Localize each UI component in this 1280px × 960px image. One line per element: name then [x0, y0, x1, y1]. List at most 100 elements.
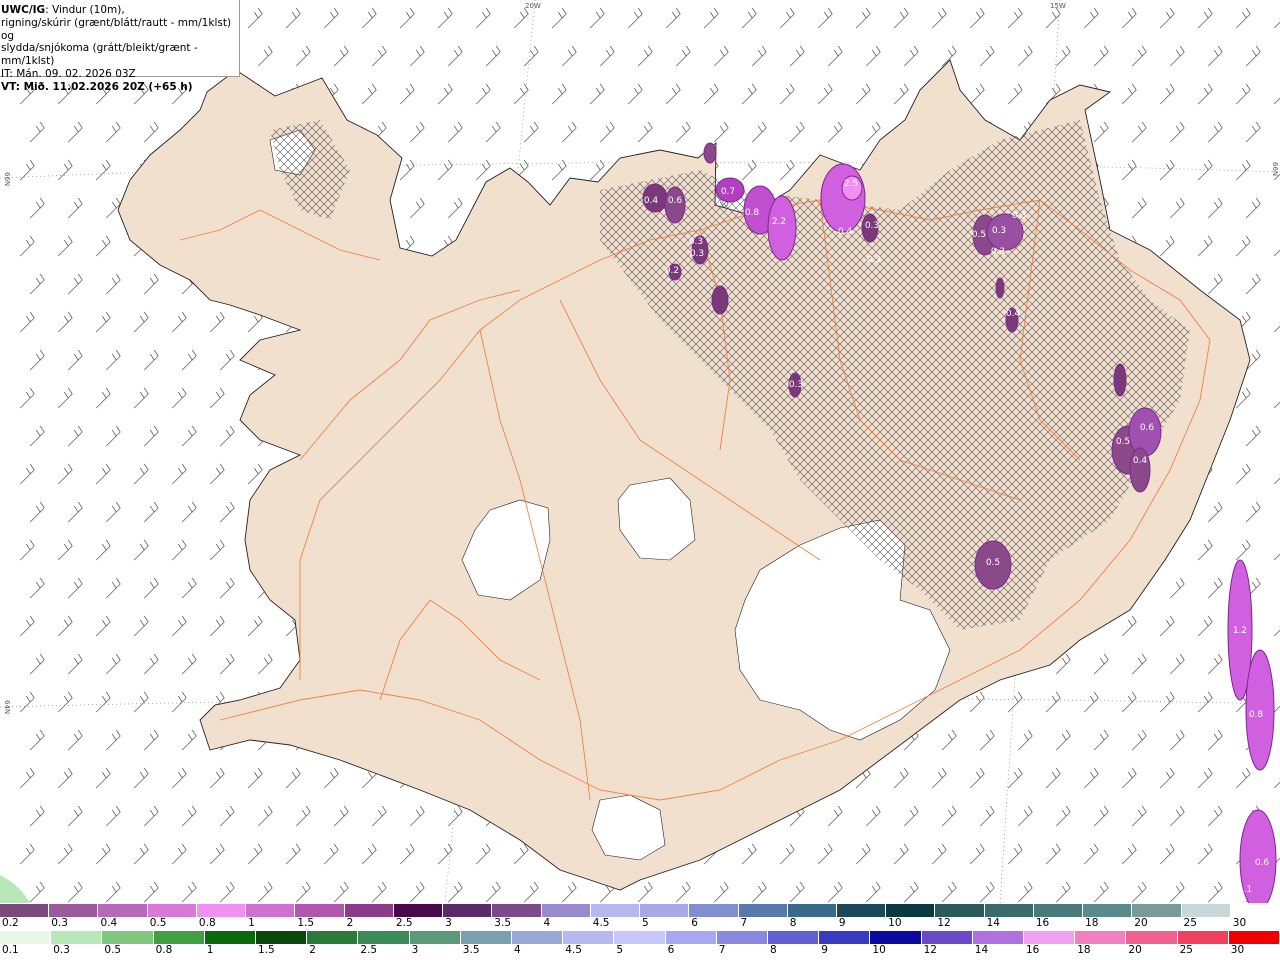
- scale_rain-swatch: [768, 931, 820, 944]
- scale_snow-swatch: [344, 904, 394, 917]
- scale_snow-tick-label: 8: [789, 917, 797, 929]
- scale_snow-tick-label: 2: [346, 917, 354, 929]
- scale_rain-tick-label: 20: [1128, 944, 1142, 956]
- scale_snow-tick-label: 16: [1035, 917, 1050, 929]
- scale_rain-swatch: [665, 931, 717, 944]
- scale_rain-swatch: [1126, 931, 1178, 944]
- scale_rain-tick-label: 9: [821, 944, 828, 956]
- scale_rain-swatch: [1075, 931, 1127, 944]
- scale_snow-swatch: [541, 904, 591, 917]
- scale_rain-tick-label: 18: [1077, 944, 1091, 956]
- precip-label: 2.2: [772, 217, 786, 227]
- precip-label: 0.6: [1140, 423, 1155, 433]
- scale_rain-swatch: [1024, 931, 1076, 944]
- scale_snow-tick-label: 3: [445, 917, 452, 929]
- precip-label: 0.3: [1012, 211, 1026, 221]
- lat-label-66n-left: 66N: [3, 172, 11, 186]
- scale_snow-swatch: [492, 904, 542, 917]
- precip-label: 0.5: [972, 230, 986, 240]
- scale_rain-swatch: [153, 931, 205, 944]
- scale_snow-swatch: [49, 904, 99, 917]
- init-time: IT: Mán. 09. 02. 2026 03Z: [1, 67, 136, 80]
- scale_rain-tick-label: 1.5: [258, 944, 275, 956]
- scale_rain-tick-label: 16: [1026, 944, 1040, 956]
- scale_snow-tick-label: 10: [888, 917, 902, 929]
- scale_snow-swatch: [738, 904, 788, 917]
- scale_snow-tick-label: 0.5: [149, 917, 167, 929]
- precip-label: 0.3: [865, 221, 879, 231]
- lat-label-64n-left: 64N: [3, 700, 11, 714]
- scale_snow-tick-label: 18: [1085, 917, 1099, 929]
- scale_snow-tick-label: 5: [642, 917, 649, 929]
- precip-label: 0.7: [721, 187, 735, 197]
- scale_snow-swatch: [246, 904, 296, 917]
- snow-scale-swatches: [0, 904, 1280, 917]
- precip-label: 0.3: [991, 247, 1005, 257]
- scale_snow-tick-label: 14: [986, 917, 1000, 929]
- scale_snow-swatch: [689, 904, 739, 917]
- scale_rain-swatch: [358, 931, 410, 944]
- precip-label: 0.3: [789, 380, 803, 390]
- scale_snow-tick-label: 20: [1134, 917, 1148, 929]
- precip-label: 0.4: [838, 227, 853, 237]
- scale_rain-swatch: [716, 931, 769, 944]
- scale_rain-swatch: [256, 931, 308, 944]
- scale_rain-tick-label: 0.8: [155, 944, 173, 956]
- lon-label-20w: 20W: [525, 2, 541, 10]
- precip-label: 0.4: [1006, 309, 1021, 319]
- scale_snow-tick-label: 4.5: [592, 917, 610, 929]
- scale_rain-tick-label: 12: [923, 944, 937, 956]
- scale_snow-swatch: [393, 904, 444, 917]
- scale_snow-tick-label: 1: [248, 917, 255, 929]
- scale_rain-tick-label: 5: [616, 944, 624, 956]
- scale_rain-swatch: [972, 931, 1025, 944]
- scale_rain-tick-label: 25: [1179, 944, 1193, 956]
- scale_rain-tick-label: 0.5: [104, 944, 122, 956]
- scale_rain-tick-label: 3.5: [462, 944, 480, 956]
- scale_snow-tick-label: 0.3: [51, 917, 68, 929]
- rain-scale-swatches: [0, 931, 1280, 944]
- precip-label: 0.5: [1116, 437, 1130, 447]
- scale_snow-swatch: [590, 904, 641, 917]
- scale_snow-swatch: [1132, 904, 1182, 917]
- scale_snow-tick-label: 6: [691, 917, 698, 929]
- scale_rain-tick-label: 0.1: [2, 944, 19, 956]
- precip-label: 0.5: [986, 558, 1000, 568]
- scale_rain-tick-label: 10: [872, 944, 886, 956]
- scale_rain-swatch: [102, 931, 154, 944]
- scale_snow-tick-label: 12: [937, 917, 951, 929]
- scale_snow-tick-label: 1.5: [297, 917, 315, 929]
- scale_rain-swatch: [563, 931, 615, 944]
- scale_rain-tick-label: 4: [514, 944, 521, 956]
- scale_rain-swatch: [307, 931, 359, 944]
- scale_snow-tick-label: 2.5: [395, 917, 413, 929]
- scale_rain-tick-label: 6: [667, 944, 675, 956]
- scale_rain-swatch: [1228, 931, 1280, 944]
- scale_rain-tick-label: 7: [718, 944, 726, 956]
- scale_rain-swatch: [0, 931, 52, 944]
- scale_snow-swatch: [886, 904, 936, 917]
- precip-label: 0.3: [690, 249, 704, 259]
- title-line-1: UWC/IG: Vindur (10m),: [1, 4, 239, 17]
- scale_snow-swatch: [295, 904, 345, 917]
- title-line-2: rigning/skúrir (grænt/blátt/rautt - mm/1…: [1, 16, 232, 42]
- scale_snow-tick-label: 30: [1232, 917, 1247, 929]
- model-name: UWC/IG: [1, 4, 46, 16]
- precip-label: 0.6: [1255, 858, 1270, 868]
- scale_snow-swatch: [1181, 904, 1231, 917]
- scale_rain-tick-label: 30: [1230, 944, 1245, 956]
- scale_rain-swatch: [819, 931, 871, 944]
- precip-label: 0.4: [644, 196, 659, 206]
- rain-scale-ticks: 0.1 0.3 0.5 0.8 1 1.5 2 2.5 3 3.5 4 4.5 5 6 7 8 9 10 12 14 1…: [0, 944, 1280, 957]
- scale_snow-swatch: [0, 904, 50, 917]
- scale_snow-tick-label: 3.5: [494, 917, 511, 929]
- scale_snow-swatch: [640, 904, 690, 917]
- scale_rain-swatch: [921, 931, 973, 944]
- scale_snow-swatch: [147, 904, 197, 917]
- title-line-3: slydda/snjókoma (grátt/bleikt/grænt - mm…: [1, 42, 198, 68]
- scale_snow-swatch: [98, 904, 148, 917]
- precip-label: 0.3: [867, 255, 881, 265]
- scale_snow-tick-label: 4: [543, 917, 551, 929]
- scale_snow-swatch: [836, 904, 887, 917]
- scale_snow-tick-label: 0.8: [198, 917, 216, 929]
